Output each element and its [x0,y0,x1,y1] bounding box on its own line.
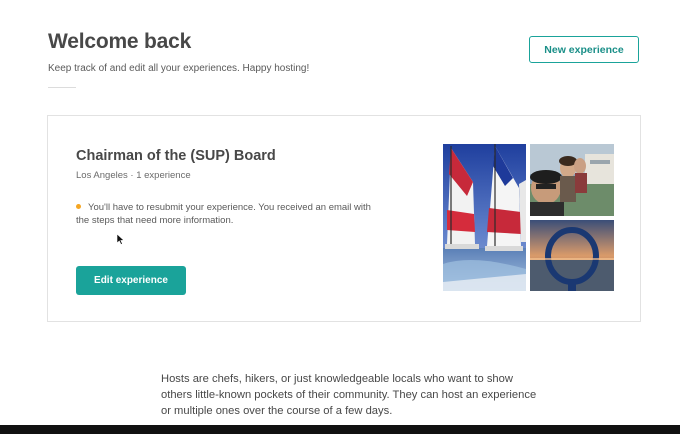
selfie-photo[interactable] [530,144,614,216]
new-experience-button[interactable]: New experience [529,36,639,63]
bottom-bar [0,425,680,434]
divider [48,87,76,88]
sunset-photo[interactable] [530,220,614,291]
resubmit-notice: You'll have to resubmit your experience.… [76,201,386,227]
warning-dot-icon [76,203,81,209]
experience-meta: Los Angeles · 1 experience [76,170,191,181]
experience-card: Chairman of the (SUP) Board Los Angeles … [47,115,641,322]
experience-title: Chairman of the (SUP) Board [76,148,276,164]
hosts-info-text: Hosts are chefs, hikers, or just knowled… [161,373,537,417]
sailboats-photo[interactable] [443,144,526,291]
notice-text: You'll have to resubmit your experience.… [76,202,371,226]
mouse-cursor-icon [117,234,125,245]
page-subtitle: Keep track of and edit all your experien… [48,63,310,74]
edit-experience-button[interactable]: Edit experience [76,266,186,295]
page-title: Welcome back [48,30,192,53]
